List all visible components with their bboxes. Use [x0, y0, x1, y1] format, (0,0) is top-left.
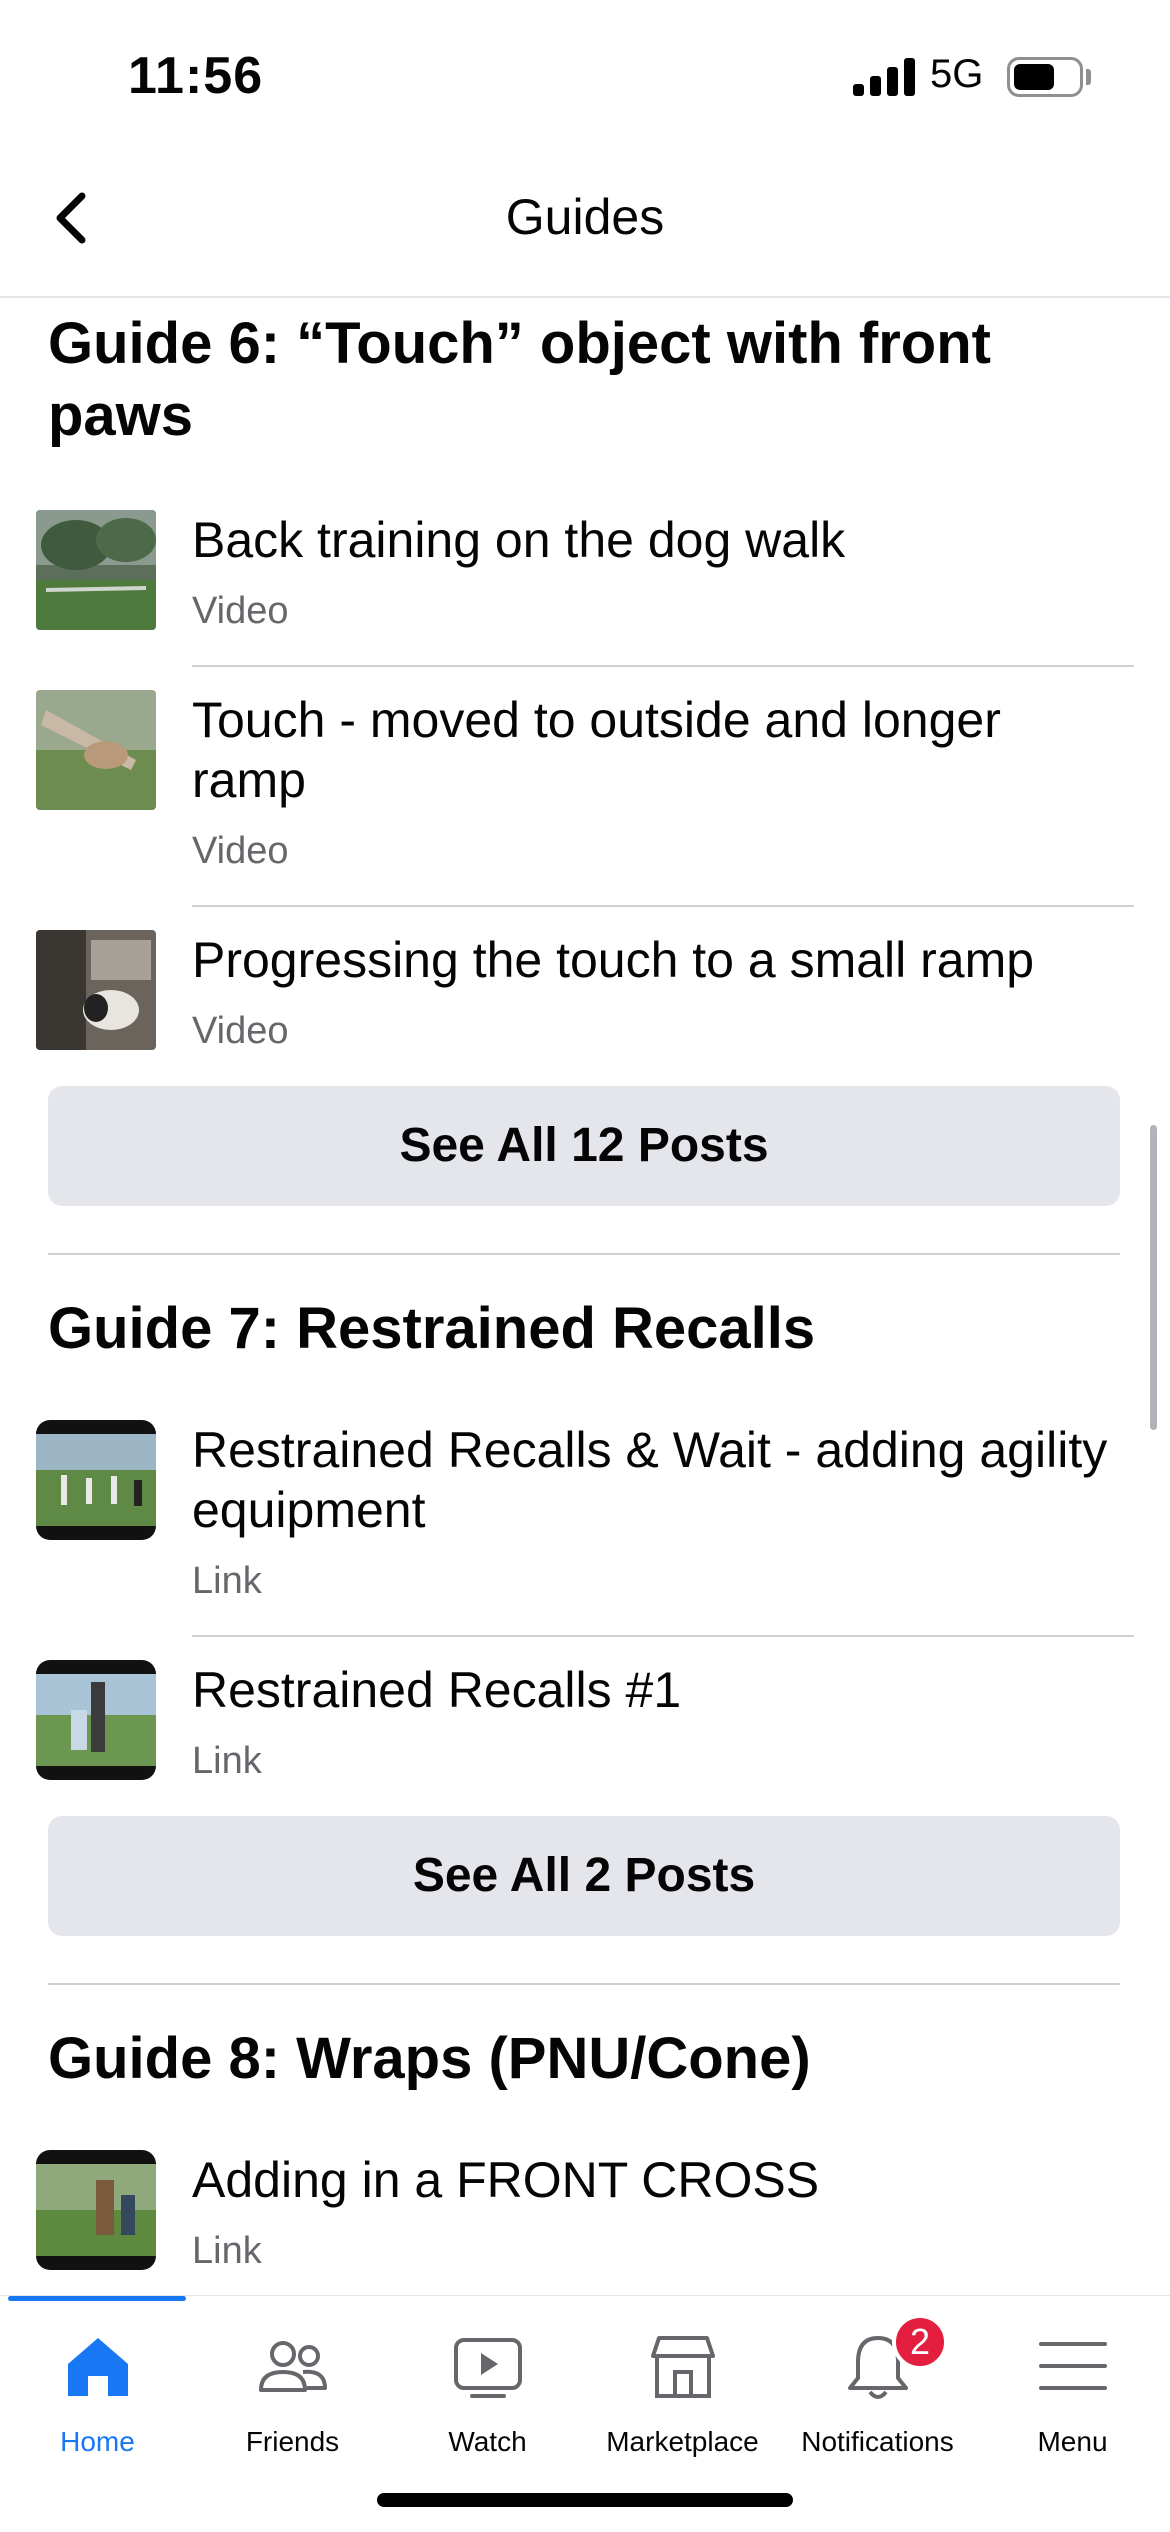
tab-label: Friends	[245, 2426, 340, 2457]
list-item[interactable]: Back training on the dog walk Video	[0, 510, 1170, 680]
item-title: Restrained Recalls #1	[192, 1662, 682, 1718]
tab-friends[interactable]: Friends	[195, 2296, 390, 2466]
home-indicator[interactable]	[377, 2493, 793, 2507]
battery-cap	[1086, 69, 1091, 85]
item-type: Video	[192, 590, 289, 632]
item-type: Link	[192, 2230, 262, 2272]
marketplace-icon	[650, 2336, 715, 2398]
battery-icon	[1007, 57, 1083, 97]
link-thumbnail	[36, 1660, 156, 1780]
item-title: Back training on the dog walk	[192, 512, 846, 568]
signal-icon	[853, 58, 915, 96]
friends-icon	[258, 2341, 327, 2392]
guide-title: Guide 6: “Touch” object with front paws	[48, 311, 991, 448]
tab-label: Menu	[1037, 2426, 1108, 2457]
divider	[192, 1635, 1134, 1637]
home-icon	[67, 2338, 128, 2396]
notification-badge: 2	[892, 2314, 948, 2370]
video-thumbnail	[36, 690, 156, 810]
item-type: Video	[192, 1010, 289, 1052]
item-title: Adding in a FRONT CROSS	[192, 2152, 820, 2208]
item-title: Touch - moved to outside and longer ramp	[192, 692, 1001, 808]
list-item[interactable]: Adding in a FRONT CROSS Link	[0, 2150, 1170, 2290]
tab-label: Marketplace	[606, 2426, 759, 2457]
tab-label: Watch	[448, 2426, 527, 2457]
header: Guides	[0, 150, 1170, 298]
menu-icon	[1038, 2342, 1107, 2390]
divider	[192, 665, 1134, 667]
tab-menu[interactable]: Menu	[975, 2296, 1170, 2466]
tab-notifications[interactable]: 2 Notifications	[780, 2296, 975, 2466]
tab-label: Notifications	[801, 2426, 954, 2457]
tab-watch[interactable]: Watch	[390, 2296, 585, 2466]
tab-label: Home	[60, 2426, 135, 2457]
tab-home[interactable]: Home	[0, 2296, 195, 2466]
divider	[192, 905, 1134, 907]
guide-title: Guide 8: Wraps (PNU/Cone)	[48, 2026, 811, 2091]
item-title: Progressing the touch to a small ramp	[192, 932, 1035, 988]
see-all-button[interactable]: See All 12 Posts	[48, 1086, 1120, 1206]
list-item[interactable]: Restrained Recalls & Wait - adding agili…	[0, 1420, 1170, 1640]
watch-icon	[453, 2338, 522, 2398]
guides-list[interactable]: Guide 6: “Touch” object with front paws …	[0, 300, 1170, 2290]
item-type: Link	[192, 1560, 262, 1602]
screen: 11:56 5G Guides Guide 6: “Touch” object …	[0, 0, 1170, 2532]
guide-title: Guide 7: Restrained Recalls	[48, 1296, 816, 1361]
see-all-button[interactable]: See All 2 Posts	[48, 1816, 1120, 1936]
status-time: 11:56	[128, 47, 264, 105]
item-type: Video	[192, 830, 289, 872]
network-label: 5G	[930, 52, 984, 96]
list-item[interactable]: Touch - moved to outside and longer ramp…	[0, 690, 1170, 910]
video-thumbnail	[36, 510, 156, 630]
section-divider	[48, 1983, 1120, 1985]
item-title: Restrained Recalls & Wait - adding agili…	[192, 1422, 1108, 1538]
status-bar: 11:56 5G	[0, 0, 1170, 150]
tab-marketplace[interactable]: Marketplace	[585, 2296, 780, 2466]
section-divider	[48, 1253, 1120, 1255]
list-item[interactable]: Progressing the touch to a small ramp Vi…	[0, 930, 1170, 1100]
page-title: Guides	[505, 189, 665, 245]
link-thumbnail	[36, 1420, 156, 1540]
list-item[interactable]: Restrained Recalls #1 Link	[0, 1660, 1170, 1830]
scrollbar[interactable]	[1150, 1125, 1157, 1430]
link-thumbnail	[36, 2150, 156, 2270]
item-type: Link	[192, 1740, 262, 1782]
video-thumbnail	[36, 930, 156, 1050]
